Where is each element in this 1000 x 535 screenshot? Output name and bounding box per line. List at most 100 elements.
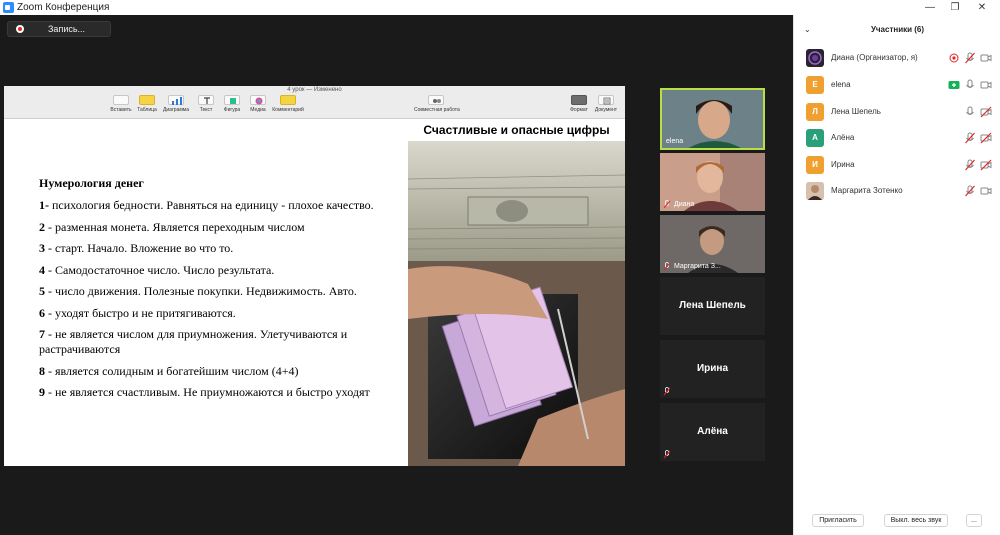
- comment-tool[interactable]: Комментарий: [272, 95, 304, 113]
- avatar: И: [806, 156, 824, 174]
- mic-icon[interactable]: [964, 79, 976, 91]
- shape-icon: [224, 95, 240, 105]
- meeting-area: Запись... 4 урок — Изменено Вставить Таб…: [0, 15, 793, 535]
- avatar: А: [806, 129, 824, 147]
- participant-row[interactable]: Диана (Организатор, я): [794, 45, 1000, 71]
- participant-tile[interactable]: Ирина: [660, 340, 765, 398]
- participant-name: Ирина: [696, 363, 729, 374]
- record-icon: [16, 25, 24, 33]
- participant-name: Диана (Организатор, я): [831, 53, 918, 62]
- chart-icon: [168, 95, 184, 105]
- video-off-icon[interactable]: [980, 106, 992, 118]
- mic-icon[interactable]: [964, 106, 976, 118]
- list-item: 7 - не является числом для приумножения.…: [39, 327, 409, 357]
- participant-tile[interactable]: Алёна: [660, 403, 765, 461]
- item-text: - является солидным и богатейшим числом …: [45, 363, 299, 378]
- participant-name: elena: [831, 80, 851, 89]
- more-button[interactable]: ...: [966, 514, 982, 527]
- muted-mic-icon[interactable]: [964, 52, 976, 64]
- participants-title: Участники (6): [870, 25, 925, 34]
- tool-label: Комментарий: [272, 107, 304, 113]
- mute-all-button[interactable]: Выкл. весь звук: [884, 514, 948, 527]
- participant-row[interactable]: E elena: [794, 72, 1000, 98]
- recording-label: Запись...: [48, 24, 86, 34]
- minimize-button[interactable]: —: [916, 0, 944, 15]
- muted-mic-icon: [663, 200, 671, 209]
- screen-share-icon: [948, 81, 960, 89]
- muted-mic-icon: [663, 262, 671, 271]
- tool-label: Совместная работа: [414, 107, 460, 113]
- close-button[interactable]: ✕: [968, 0, 996, 15]
- list-item: 8 - является солидным и богатейшим число…: [39, 364, 409, 379]
- slide-heading: Нумерология денег: [39, 176, 144, 190]
- muted-mic-icon[interactable]: [964, 159, 976, 171]
- zoom-app-icon: [3, 2, 14, 13]
- muted-mic-icon[interactable]: [964, 132, 976, 144]
- item-text: - Самодостаточное число. Число результат…: [45, 262, 275, 277]
- video-off-icon[interactable]: [980, 159, 992, 171]
- participant-row[interactable]: И Ирина: [794, 152, 1000, 178]
- video-thumbnail[interactable]: Диана: [660, 153, 765, 211]
- text-icon: [198, 95, 214, 105]
- item-text: - не является счастливым. Не приумножают…: [45, 385, 370, 399]
- window-title: Zoom Конференция: [17, 2, 110, 13]
- collaborate-tool[interactable]: Совместная работа: [414, 95, 460, 113]
- avatar: E: [806, 76, 824, 94]
- video-camera-icon[interactable]: [980, 79, 992, 91]
- participant-name: Маргарита Зотенко: [831, 186, 903, 195]
- participant-name: Ирина: [831, 160, 855, 169]
- muted-mic-icon[interactable]: [964, 185, 976, 197]
- chart-tool[interactable]: Диаграмма: [160, 95, 192, 113]
- video-thumbnail[interactable]: elena: [660, 88, 765, 150]
- participant-tile[interactable]: Лена Шепель: [660, 277, 765, 335]
- recording-button[interactable]: Запись...: [7, 21, 111, 37]
- list-item: 2 - разменная монета. Является переходны…: [39, 220, 409, 235]
- avatar: [806, 49, 824, 67]
- muted-mic-icon: [663, 387, 671, 396]
- media-icon: [250, 95, 266, 105]
- participant-name: Лена Шепель: [831, 107, 881, 116]
- invite-button[interactable]: Пригласить: [812, 514, 864, 527]
- keynote-toolbar: 4 урок — Изменено Вставить Таблица Диагр…: [4, 86, 625, 119]
- participant-row[interactable]: А Алёна: [794, 125, 1000, 151]
- avatar: [806, 182, 824, 200]
- participant-name: Алёна: [831, 133, 855, 142]
- video-camera-icon[interactable]: [980, 185, 992, 197]
- list-item: 4 - Самодостаточное число. Число результ…: [39, 263, 409, 278]
- list-item: 5 - число движения. Полезные покупки. Не…: [39, 284, 409, 299]
- document-tool[interactable]: Документ: [592, 95, 620, 113]
- slide-canvas: Нумерология денег 1- психология бедности…: [4, 119, 625, 466]
- title-bar: Zoom Конференция — ❐ ✕: [0, 0, 1000, 15]
- maximize-button[interactable]: ❐: [941, 0, 969, 15]
- participant-name: Алёна: [697, 426, 728, 437]
- keynote-doc-title: 4 урок — Изменено: [287, 87, 342, 93]
- participant-name: Маргарита З...: [674, 263, 721, 270]
- list-item: 1- психология бедности. Равняться на еди…: [39, 198, 409, 213]
- media-tool[interactable]: Медиа: [242, 95, 274, 113]
- tool-label: Диаграмма: [162, 107, 189, 113]
- comment-icon: [280, 95, 296, 105]
- money-image: Счастливые и опасные цифры: [408, 119, 625, 466]
- brush-icon: [571, 95, 587, 105]
- item-text: - не является числом для приумножения. У…: [39, 327, 348, 356]
- participants-header: ⌄ Участники (6): [794, 15, 1000, 45]
- format-tool[interactable]: Формат: [565, 95, 593, 113]
- table-tool[interactable]: Таблица: [131, 95, 163, 113]
- tool-label: Таблица: [137, 107, 157, 113]
- video-off-icon[interactable]: [980, 132, 992, 144]
- collaborate-icon: [428, 95, 444, 105]
- shared-screen[interactable]: 4 урок — Изменено Вставить Таблица Диагр…: [4, 86, 625, 466]
- participant-name: Диана: [674, 201, 695, 208]
- item-text: - старт. Начало. Вложение во что то.: [45, 241, 234, 255]
- item-number: 1-: [39, 198, 49, 212]
- tool-label: Медиа: [250, 107, 266, 113]
- participant-row[interactable]: Л Лена Шепель: [794, 99, 1000, 125]
- slide-text: Нумерология денег 1- психология бедности…: [39, 176, 409, 407]
- muted-mic-icon: [663, 450, 671, 459]
- video-camera-icon[interactable]: [980, 52, 992, 64]
- participant-row[interactable]: Маргарита Зотенко: [794, 178, 1000, 204]
- item-text: психология бедности. Равняться на единиц…: [49, 198, 374, 212]
- document-icon: [598, 95, 614, 105]
- video-thumbnail[interactable]: Маргарита З...: [660, 215, 765, 273]
- item-text: - разменная монета. Является переходным …: [45, 219, 305, 234]
